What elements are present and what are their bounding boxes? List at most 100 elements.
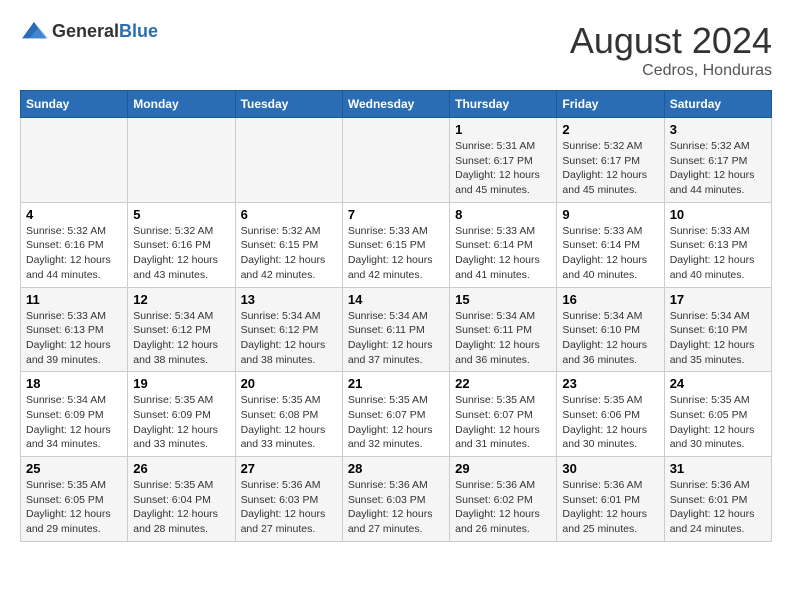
day-info: Sunrise: 5:36 AM Sunset: 6:03 PM Dayligh… — [348, 478, 444, 537]
calendar-cell: 18 Sunrise: 5:34 AM Sunset: 6:09 PM Dayli… — [21, 372, 128, 457]
calendar-cell: 17 Sunrise: 5:34 AM Sunset: 6:10 PM Dayli… — [664, 287, 771, 372]
calendar-cell: 31 Sunrise: 5:36 AM Sunset: 6:01 PM Dayli… — [664, 457, 771, 542]
day-number: 18 — [26, 376, 122, 391]
day-number: 2 — [562, 122, 658, 137]
day-info: Sunrise: 5:35 AM Sunset: 6:05 PM Dayligh… — [670, 393, 766, 452]
day-header: Tuesday — [235, 91, 342, 118]
calendar-cell: 4 Sunrise: 5:32 AM Sunset: 6:16 PM Daylig… — [21, 202, 128, 287]
day-number: 26 — [133, 461, 229, 476]
logo-icon — [20, 20, 48, 42]
day-info: Sunrise: 5:36 AM Sunset: 6:02 PM Dayligh… — [455, 478, 551, 537]
header: GeneralBlue August 2024 Cedros, Honduras — [20, 20, 772, 80]
logo-general: General — [52, 21, 119, 41]
calendar-week-row: 11Sunrise: 5:33 AM Sunset: 6:13 PM Dayli… — [21, 287, 772, 372]
calendar-cell: 21 Sunrise: 5:35 AM Sunset: 6:07 PM Dayli… — [342, 372, 449, 457]
day-number: 1 — [455, 122, 551, 137]
day-info: Sunrise: 5:34 AM Sunset: 6:09 PM Dayligh… — [26, 393, 122, 452]
day-number: 10 — [670, 207, 766, 222]
calendar-cell — [235, 118, 342, 203]
day-info: Sunrise: 5:35 AM Sunset: 6:09 PM Dayligh… — [133, 393, 229, 452]
calendar-cell: 9 Sunrise: 5:33 AM Sunset: 6:14 PM Daylig… — [557, 202, 664, 287]
day-info: Sunrise: 5:34 AM Sunset: 6:12 PM Dayligh… — [133, 309, 229, 368]
day-info: Sunrise: 5:34 AM Sunset: 6:10 PM Dayligh… — [670, 309, 766, 368]
day-info: Sunrise: 5:31 AM Sunset: 6:17 PM Dayligh… — [455, 139, 551, 198]
main-title: August 2024 — [570, 20, 772, 62]
calendar-cell: 20 Sunrise: 5:35 AM Sunset: 6:08 PM Dayli… — [235, 372, 342, 457]
calendar-cell: 14Sunrise: 5:34 AM Sunset: 6:11 PM Dayli… — [342, 287, 449, 372]
day-info: Sunrise: 5:32 AM Sunset: 6:15 PM Dayligh… — [241, 224, 337, 283]
day-number: 9 — [562, 207, 658, 222]
day-number: 17 — [670, 292, 766, 307]
calendar-cell: 30 Sunrise: 5:36 AM Sunset: 6:01 PM Dayli… — [557, 457, 664, 542]
calendar-cell: 25 Sunrise: 5:35 AM Sunset: 6:05 PM Dayli… — [21, 457, 128, 542]
logo: GeneralBlue — [20, 20, 158, 42]
calendar-cell: 13 Sunrise: 5:34 AM Sunset: 6:12 PM Dayli… — [235, 287, 342, 372]
day-number: 19 — [133, 376, 229, 391]
calendar-week-row: 25 Sunrise: 5:35 AM Sunset: 6:05 PM Dayli… — [21, 457, 772, 542]
day-number: 30 — [562, 461, 658, 476]
day-number: 6 — [241, 207, 337, 222]
calendar-cell: 12 Sunrise: 5:34 AM Sunset: 6:12 PM Dayli… — [128, 287, 235, 372]
day-number: 25 — [26, 461, 122, 476]
day-info: Sunrise: 5:32 AM Sunset: 6:16 PM Dayligh… — [26, 224, 122, 283]
logo-blue: Blue — [119, 21, 158, 41]
day-info: Sunrise: 5:36 AM Sunset: 6:03 PM Dayligh… — [241, 478, 337, 537]
day-info: Sunrise: 5:35 AM Sunset: 6:08 PM Dayligh… — [241, 393, 337, 452]
calendar-cell: 1 Sunrise: 5:31 AM Sunset: 6:17 PM Daylig… — [450, 118, 557, 203]
calendar-cell — [21, 118, 128, 203]
day-info: Sunrise: 5:34 AM Sunset: 6:12 PM Dayligh… — [241, 309, 337, 368]
calendar-cell: 8Sunrise: 5:33 AM Sunset: 6:14 PM Daylig… — [450, 202, 557, 287]
calendar-cell: 23 Sunrise: 5:35 AM Sunset: 6:06 PM Dayli… — [557, 372, 664, 457]
day-number: 8 — [455, 207, 551, 222]
day-info: Sunrise: 5:35 AM Sunset: 6:05 PM Dayligh… — [26, 478, 122, 537]
calendar-cell: 15Sunrise: 5:34 AM Sunset: 6:11 PM Dayli… — [450, 287, 557, 372]
calendar-week-row: 1 Sunrise: 5:31 AM Sunset: 6:17 PM Daylig… — [21, 118, 772, 203]
calendar-cell: 16 Sunrise: 5:34 AM Sunset: 6:10 PM Dayli… — [557, 287, 664, 372]
day-number: 29 — [455, 461, 551, 476]
day-info: Sunrise: 5:33 AM Sunset: 6:14 PM Dayligh… — [562, 224, 658, 283]
calendar-cell: 10 Sunrise: 5:33 AM Sunset: 6:13 PM Dayli… — [664, 202, 771, 287]
day-info: Sunrise: 5:32 AM Sunset: 6:16 PM Dayligh… — [133, 224, 229, 283]
day-info: Sunrise: 5:32 AM Sunset: 6:17 PM Dayligh… — [562, 139, 658, 198]
day-number: 31 — [670, 461, 766, 476]
day-number: 27 — [241, 461, 337, 476]
logo-text: GeneralBlue — [52, 21, 158, 42]
sub-title: Cedros, Honduras — [570, 62, 772, 80]
calendar-cell: 11Sunrise: 5:33 AM Sunset: 6:13 PM Dayli… — [21, 287, 128, 372]
calendar-cell: 2 Sunrise: 5:32 AM Sunset: 6:17 PM Daylig… — [557, 118, 664, 203]
day-info: Sunrise: 5:34 AM Sunset: 6:10 PM Dayligh… — [562, 309, 658, 368]
day-number: 4 — [26, 207, 122, 222]
day-number: 21 — [348, 376, 444, 391]
day-number: 5 — [133, 207, 229, 222]
day-info: Sunrise: 5:35 AM Sunset: 6:06 PM Dayligh… — [562, 393, 658, 452]
calendar-cell: 19 Sunrise: 5:35 AM Sunset: 6:09 PM Dayli… — [128, 372, 235, 457]
calendar-cell: 6 Sunrise: 5:32 AM Sunset: 6:15 PM Daylig… — [235, 202, 342, 287]
day-info: Sunrise: 5:33 AM Sunset: 6:15 PM Dayligh… — [348, 224, 444, 283]
day-number: 22 — [455, 376, 551, 391]
day-number: 12 — [133, 292, 229, 307]
day-number: 20 — [241, 376, 337, 391]
day-header: Saturday — [664, 91, 771, 118]
header-row: SundayMondayTuesdayWednesdayThursdayFrid… — [21, 91, 772, 118]
day-info: Sunrise: 5:36 AM Sunset: 6:01 PM Dayligh… — [562, 478, 658, 537]
day-number: 23 — [562, 376, 658, 391]
day-header: Friday — [557, 91, 664, 118]
day-info: Sunrise: 5:35 AM Sunset: 6:07 PM Dayligh… — [455, 393, 551, 452]
day-info: Sunrise: 5:34 AM Sunset: 6:11 PM Dayligh… — [348, 309, 444, 368]
day-header: Sunday — [21, 91, 128, 118]
day-number: 13 — [241, 292, 337, 307]
day-header: Thursday — [450, 91, 557, 118]
day-info: Sunrise: 5:34 AM Sunset: 6:11 PM Dayligh… — [455, 309, 551, 368]
day-info: Sunrise: 5:35 AM Sunset: 6:07 PM Dayligh… — [348, 393, 444, 452]
calendar-table: SundayMondayTuesdayWednesdayThursdayFrid… — [20, 90, 772, 542]
calendar-cell — [342, 118, 449, 203]
day-number: 16 — [562, 292, 658, 307]
calendar-cell: 24Sunrise: 5:35 AM Sunset: 6:05 PM Dayli… — [664, 372, 771, 457]
day-number: 28 — [348, 461, 444, 476]
day-info: Sunrise: 5:36 AM Sunset: 6:01 PM Dayligh… — [670, 478, 766, 537]
calendar-cell: 29 Sunrise: 5:36 AM Sunset: 6:02 PM Dayli… — [450, 457, 557, 542]
calendar-cell: 26Sunrise: 5:35 AM Sunset: 6:04 PM Dayli… — [128, 457, 235, 542]
calendar-cell: 27 Sunrise: 5:36 AM Sunset: 6:03 PM Dayli… — [235, 457, 342, 542]
day-info: Sunrise: 5:33 AM Sunset: 6:13 PM Dayligh… — [670, 224, 766, 283]
calendar-cell: 5 Sunrise: 5:32 AM Sunset: 6:16 PM Daylig… — [128, 202, 235, 287]
